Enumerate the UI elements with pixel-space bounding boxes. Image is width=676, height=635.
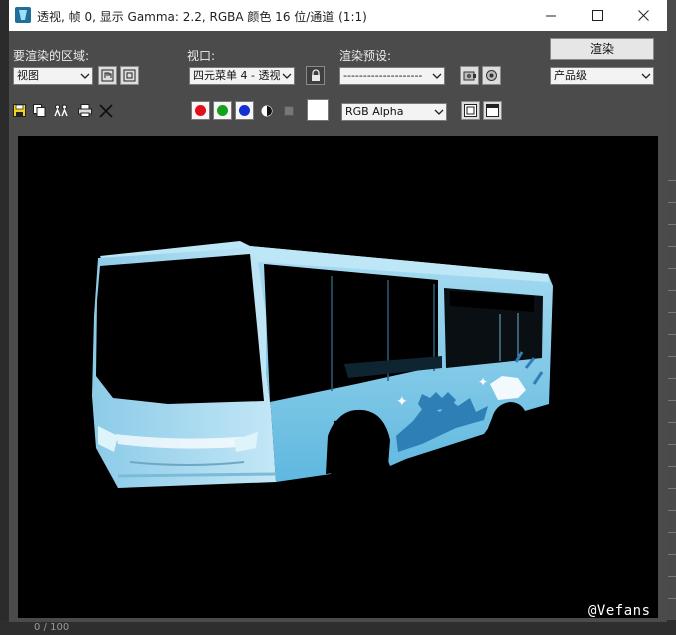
chevron-down-icon	[432, 73, 442, 79]
render-setup-icon	[463, 71, 476, 80]
save-icon	[13, 104, 26, 117]
clear-icon	[98, 103, 113, 118]
maximize-icon	[591, 10, 603, 21]
environment-effects-button[interactable]	[482, 66, 501, 85]
svg-text:✦: ✦	[478, 375, 488, 389]
background-app-left-strip	[0, 0, 9, 635]
render-quality-value: 产品级	[554, 69, 587, 82]
rendered-bus-image: ✦ ✦	[92, 241, 553, 488]
toggle-ui-icon	[486, 104, 499, 117]
copy-image-button[interactable]	[32, 103, 47, 118]
auto-region-icon	[123, 69, 136, 82]
red-channel-icon	[195, 105, 206, 116]
chevron-down-icon	[282, 71, 292, 81]
window-title: 透视, 帧 0, 显示 Gamma: 2.2, RGBA 颜色 16 位/通道 …	[37, 10, 367, 24]
edit-region-button[interactable]	[98, 66, 117, 85]
3dsmax-app-icon	[15, 7, 31, 23]
render-setup-button[interactable]	[460, 66, 479, 85]
chevron-down-icon	[80, 73, 90, 79]
render-preset-dropdown[interactable]: --------------------	[339, 67, 445, 85]
lock-viewport-button[interactable]	[306, 66, 325, 85]
display-alpha-button[interactable]	[259, 103, 274, 118]
blue-channel-button[interactable]	[235, 101, 254, 120]
background-timeline-strip	[0, 620, 676, 635]
green-channel-button[interactable]	[213, 101, 232, 120]
save-image-button[interactable]	[12, 103, 27, 118]
auto-region-button[interactable]	[120, 66, 139, 85]
frame-counter: 0 / 100	[34, 622, 70, 633]
rendered-image-viewport[interactable]: ✦ ✦	[18, 136, 658, 618]
close-button[interactable]	[620, 0, 666, 31]
area-to-render-value: 视图	[17, 69, 39, 82]
watermark-text: @Vefans	[588, 603, 651, 619]
background-color-swatch[interactable]	[307, 99, 329, 121]
rendered-frame-window: 透视, 帧 0, 显示 Gamma: 2.2, RGBA 颜色 16 位/通道 …	[9, 0, 667, 622]
close-icon	[637, 10, 649, 21]
blue-channel-icon	[239, 105, 250, 116]
green-channel-icon	[217, 105, 228, 116]
toggle-ui-button[interactable]	[483, 101, 502, 120]
title-bar[interactable]: 透视, 帧 0, 显示 Gamma: 2.2, RGBA 颜色 16 位/通道 …	[9, 0, 667, 31]
clear-image-button[interactable]	[98, 103, 113, 118]
render-preset-value: --------------------	[343, 69, 423, 82]
background-app-right-strip	[666, 0, 676, 635]
copy-image-icon	[33, 104, 46, 117]
area-to-render-label: 要渲染的区域:	[13, 49, 90, 63]
teapot-render-icon	[486, 70, 497, 81]
edit-region-icon	[101, 69, 114, 82]
lock-icon	[311, 69, 320, 81]
print-image-button[interactable]	[77, 103, 92, 118]
background-grid	[668, 180, 676, 600]
svg-text:✦: ✦	[396, 394, 408, 410]
toggle-ui-overlay-button[interactable]	[461, 101, 480, 120]
viewport-dropdown[interactable]: 四元菜单 4 - 透视	[189, 67, 295, 85]
channel-display-dropdown[interactable]: RGB Alpha	[341, 103, 447, 121]
viewport-value: 四元菜单 4 - 透视	[193, 69, 281, 82]
clone-window-icon	[54, 104, 68, 117]
render-quality-dropdown[interactable]: 产品级	[550, 67, 654, 85]
viewport-label: 视口:	[187, 49, 216, 63]
clone-window-button[interactable]	[54, 103, 69, 118]
print-icon	[77, 104, 92, 117]
alpha-channel-icon	[261, 105, 272, 116]
chevron-down-icon	[434, 109, 444, 115]
red-channel-button[interactable]	[191, 101, 210, 120]
chevron-down-icon	[641, 73, 651, 79]
minimize-icon	[545, 15, 556, 17]
channel-display-value: RGB Alpha	[345, 105, 404, 118]
render-preset-label: 渲染预设:	[339, 49, 392, 63]
render-button[interactable]: 渲染	[550, 38, 654, 60]
ui-overlay-icon	[464, 104, 477, 117]
maximize-button[interactable]	[574, 0, 620, 31]
minimize-button[interactable]	[528, 0, 574, 31]
area-to-render-dropdown[interactable]: 视图	[13, 67, 93, 85]
monochrome-icon	[283, 105, 294, 116]
monochrome-button[interactable]	[281, 103, 296, 118]
